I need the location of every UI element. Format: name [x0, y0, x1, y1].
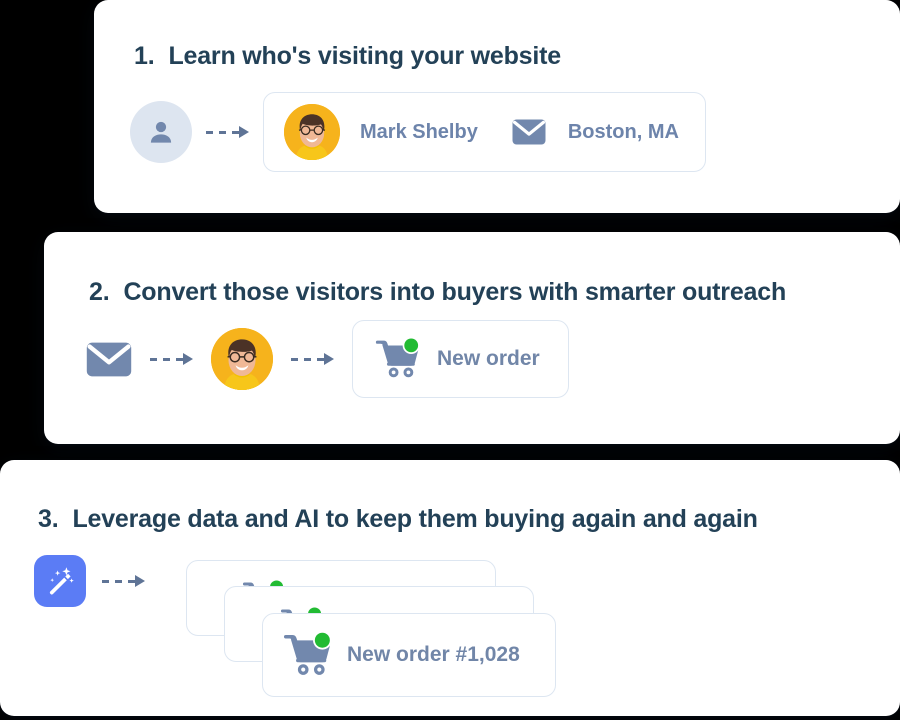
- dashed-arrow-right-icon: [150, 353, 193, 365]
- step-card-3: 3. Leverage data and AI to keep them buy…: [0, 460, 900, 716]
- dashed-arrow-right-icon: [102, 575, 145, 587]
- step-card-2: 2. Convert those visitors into buyers wi…: [44, 232, 900, 444]
- order-card-stack: New order #1,028: [186, 560, 566, 702]
- anonymous-person-icon: [130, 101, 192, 163]
- new-order-label: New order: [437, 347, 540, 370]
- step-2-title: Convert those visitors into buyers with …: [123, 278, 787, 306]
- green-dot-badge: [314, 632, 330, 648]
- visitor-location: Boston, MA: [567, 120, 679, 143]
- step-3-title: Leverage data and AI to keep them buying…: [72, 505, 758, 533]
- step-3-flow: [34, 555, 161, 607]
- person-photo-avatar: [284, 104, 340, 160]
- step-2-number: 2.: [89, 278, 110, 306]
- step-1-title: Learn who's visiting your website: [168, 42, 561, 70]
- step-3-heading: 3. Leverage data and AI to keep them buy…: [38, 505, 758, 534]
- green-dot-badge: [404, 338, 419, 353]
- magic-wand-icon[interactable]: [34, 555, 86, 607]
- shopping-cart-icon: [375, 338, 421, 380]
- step-1-number: 1.: [134, 42, 155, 70]
- step-card-1: 1. Learn who's visiting your website Mar…: [94, 0, 900, 213]
- new-order-number-label: New order #1,028: [347, 643, 520, 666]
- dashed-arrow-right-icon: [291, 353, 334, 365]
- step-2-flow: New order: [86, 320, 569, 398]
- step-1-heading: 1. Learn who's visiting your website: [134, 42, 561, 71]
- visitor-name: Mark Shelby: [360, 120, 478, 143]
- dashed-arrow-right-icon: [206, 126, 249, 138]
- step-1-flow: Mark Shelby Boston, MA: [130, 92, 706, 172]
- envelope-icon: [512, 119, 546, 145]
- step-3-number: 3.: [38, 505, 59, 533]
- step-2-heading: 2. Convert those visitors into buyers wi…: [89, 278, 786, 307]
- shopping-cart-icon: [283, 632, 333, 678]
- new-order-box[interactable]: New order: [352, 320, 569, 398]
- visitor-detail-pill[interactable]: Mark Shelby Boston, MA: [263, 92, 706, 172]
- person-photo-avatar: [211, 328, 273, 390]
- order-card-front[interactable]: New order #1,028: [262, 613, 556, 697]
- envelope-icon: [86, 342, 132, 377]
